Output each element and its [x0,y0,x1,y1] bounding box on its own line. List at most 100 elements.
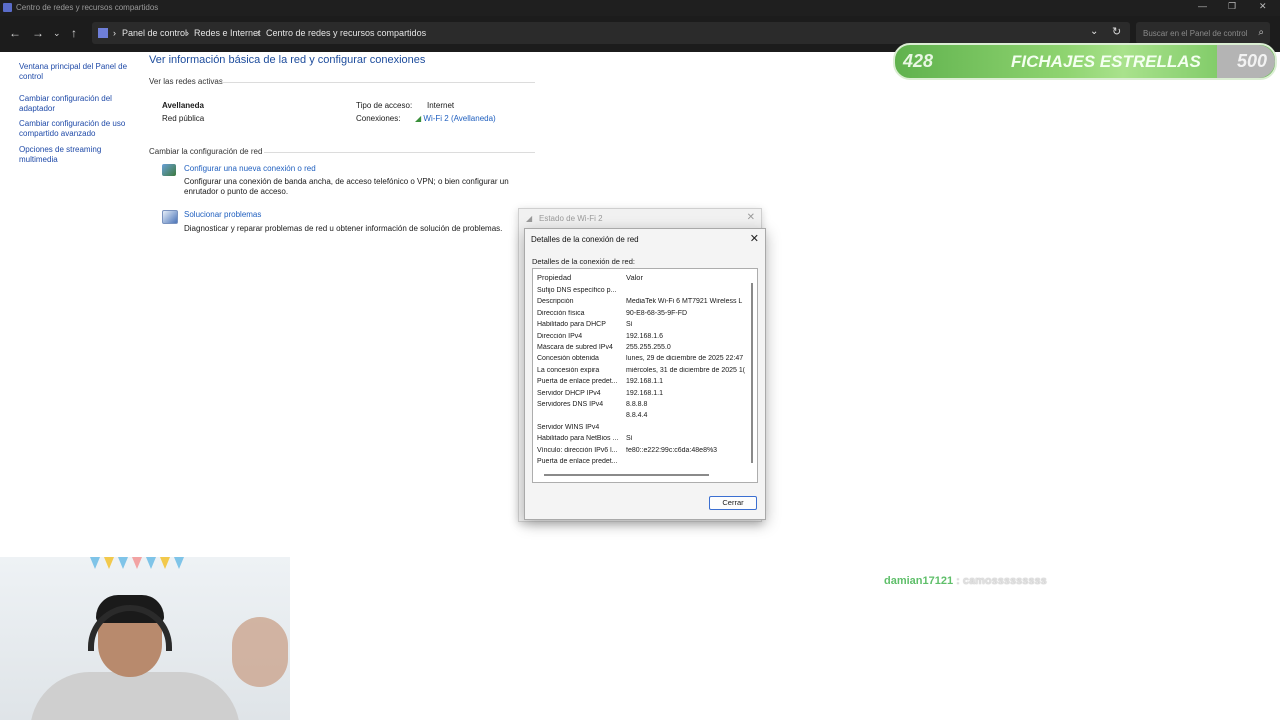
active-networks-heading: Ver las redes activas [149,77,223,86]
new-connection-link[interactable]: Configurar una nueva conexión o red [184,164,316,173]
search-placeholder: Buscar en el Panel de control [1143,29,1248,38]
list-item[interactable]: Máscara de subred IPv4 255.255.255.0 [533,344,749,355]
chat-text: camosssssssss [962,575,1047,587]
list-item[interactable]: Vínculo: dirección IPv6 l... fe80::e222:9… [533,447,749,458]
list-item[interactable]: Habilitado para DHCP Sí [533,321,749,332]
close-dialog-button[interactable]: Cerrar [709,496,757,510]
details-label: Detalles de la conexión de red: [532,257,635,266]
troubleshoot-link[interactable]: Solucionar problemas [184,210,261,219]
search-input[interactable]: Buscar en el Panel de control ⌕ [1136,22,1270,44]
property-value: 192.168.1.1 [626,389,663,397]
property-name: Concesión obtenida [537,355,599,363]
chat-message: damian17121 : camosssssssss [884,575,1047,587]
list-item[interactable]: Puerta de enlace predet... [533,458,749,469]
stream-goal-badge: 428 FICHAJES ESTRELLAS 500 [893,43,1277,80]
property-value: fe80::e222:99c:c6da:48e8%3 [626,446,718,454]
list-item[interactable]: Dirección física 90-E8-68-35-9F-FD [533,310,749,321]
change-settings-heading: Cambiar la configuración de red [149,147,263,156]
breadcrumb-separator: › [113,28,116,38]
property-name: Descripción [537,298,574,306]
sidebar-item-control-panel-home[interactable]: Ventana principal del Panel de control [19,62,131,82]
up-arrow-icon[interactable]: ↑ [71,26,77,40]
list-item[interactable]: Dirección IPv4 192.168.1.6 [533,333,749,344]
control-panel-icon [3,3,12,12]
sidebar-item-adapter-settings[interactable]: Cambiar configuración del adaptador [19,94,131,114]
property-value: 255.255.255.0 [626,344,671,351]
list-item[interactable]: Servidor WINS IPv4 [533,424,749,435]
chevron-down-icon[interactable]: ⌄ [1090,26,1098,37]
refresh-icon[interactable]: ↻ [1112,25,1121,38]
network-name: Avellaneda [162,101,204,110]
property-name: Sufijo DNS específico p... [537,287,617,294]
recent-chevron-down-icon[interactable]: ⌄ [53,28,61,39]
wifi-status-title: Estado de Wi-Fi 2 [539,214,603,223]
property-name: Dirección IPv4 [537,332,583,340]
new-connection-desc-2: enrutador o punto de acceso. [184,187,289,196]
goal-target: 500 [1236,51,1267,71]
close-icon[interactable]: ✕ [747,212,755,223]
goal-current: 428 [903,51,934,71]
network-details-dialog: Detalles de la conexión de red ✕ Detalle… [524,228,766,520]
property-value: Sí [626,435,633,443]
breadcrumb-separator: › [186,28,189,38]
property-value: 90-E8-68-35-9F-FD [626,309,688,317]
list-item[interactable]: 8.8.4.4 [533,412,749,423]
list-item[interactable]: Servidor DHCP IPv4 192.168.1.1 [533,390,749,401]
list-item[interactable]: Descripción MediaTek Wi-Fi 6 MT7921 Wirel… [533,298,749,309]
bunting-decoration [90,557,184,569]
new-connection-desc: Configurar una conexión de banda ancha, … [184,177,509,186]
vertical-scrollbar[interactable] [751,283,753,463]
access-type-label: Tipo de acceso: [356,101,413,110]
new-connection-icon [162,164,176,176]
troubleshoot-desc: Diagnosticar y reparar problemas de red … [184,224,503,233]
chat-username: damian17121 [884,575,954,587]
breadcrumb-network-center[interactable]: Centro de redes y recursos compartidos [266,28,426,38]
wifi-connection-link[interactable]: ◢ Wi-Fi 2 (Avellaneda) [415,114,496,123]
maximize-button[interactable]: ❐ [1228,1,1236,12]
sidebar-item-media-streaming[interactable]: Opciones de streaming multimedia [19,145,131,165]
breadcrumb[interactable]: › Panel de control › Redes e Internet › … [92,22,1130,44]
list-item[interactable]: Concesión obtenida lunes, 29 de diciembre… [533,355,749,366]
close-icon[interactable]: ✕ [750,232,759,245]
property-value: 8.8.4.4 [626,412,648,420]
back-arrow-icon[interactable]: ← [9,26,21,40]
list-item[interactable]: Servidores DNS IPv4 8.8.8.8 [533,401,749,412]
window-titlebar: Centro de redes y recursos compartidos —… [0,0,1280,16]
column-header-property[interactable]: Propiedad [537,273,571,282]
connections-label: Conexiones: [356,114,401,123]
list-item[interactable]: Habilitado para NetBios ... Sí [533,435,749,446]
forward-arrow-icon[interactable]: → [32,26,44,40]
control-panel-icon [98,28,108,38]
horizontal-scrollbar[interactable] [544,474,709,476]
breadcrumb-separator: › [257,28,260,38]
divider [264,152,535,153]
list-item[interactable]: Sufijo DNS específico p... [533,287,749,298]
property-value: miércoles, 31 de diciembre de 2025 1( [626,366,746,374]
close-button[interactable]: ✕ [1259,1,1267,12]
breadcrumb-network-internet[interactable]: Redes e Internet [194,28,261,38]
dialog-title: Detalles de la conexión de red [531,235,639,244]
property-name: Puerta de enlace predet... [537,378,618,386]
troubleshoot-icon [162,210,178,224]
wifi-connection-label: Wi-Fi 2 (Avellaneda) [423,114,496,123]
property-name: Habilitado para DHCP [537,321,606,329]
chat-separator: : [956,575,960,587]
property-value: 8.8.8.8 [626,401,648,408]
column-header-value[interactable]: Valor [626,273,643,282]
minimize-button[interactable]: — [1198,1,1207,11]
property-name: Máscara de subred IPv4 [537,344,613,351]
property-name: La concesión expira [537,366,600,374]
sidebar-item-advanced-sharing[interactable]: Cambiar configuración de uso compartido … [19,119,131,139]
network-type: Red pública [162,114,205,123]
list-item[interactable]: La concesión expira miércoles, 31 de dici… [533,367,749,378]
window-title: Centro de redes y recursos compartidos [16,3,159,12]
list-item[interactable]: Puerta de enlace predet... 192.168.1.1 [533,378,749,389]
divider [222,82,535,83]
breadcrumb-control-panel[interactable]: Panel de control [122,28,187,38]
goal-title: FICHAJES ESTRELLAS [1011,52,1201,71]
details-list[interactable]: Propiedad Valor Sufijo DNS específico p.… [532,268,758,483]
wifi-signal-icon: ◢ [526,214,533,223]
webcam-overlay [0,557,290,720]
access-type-value: Internet [427,101,455,110]
search-icon: ⌕ [1258,27,1264,38]
